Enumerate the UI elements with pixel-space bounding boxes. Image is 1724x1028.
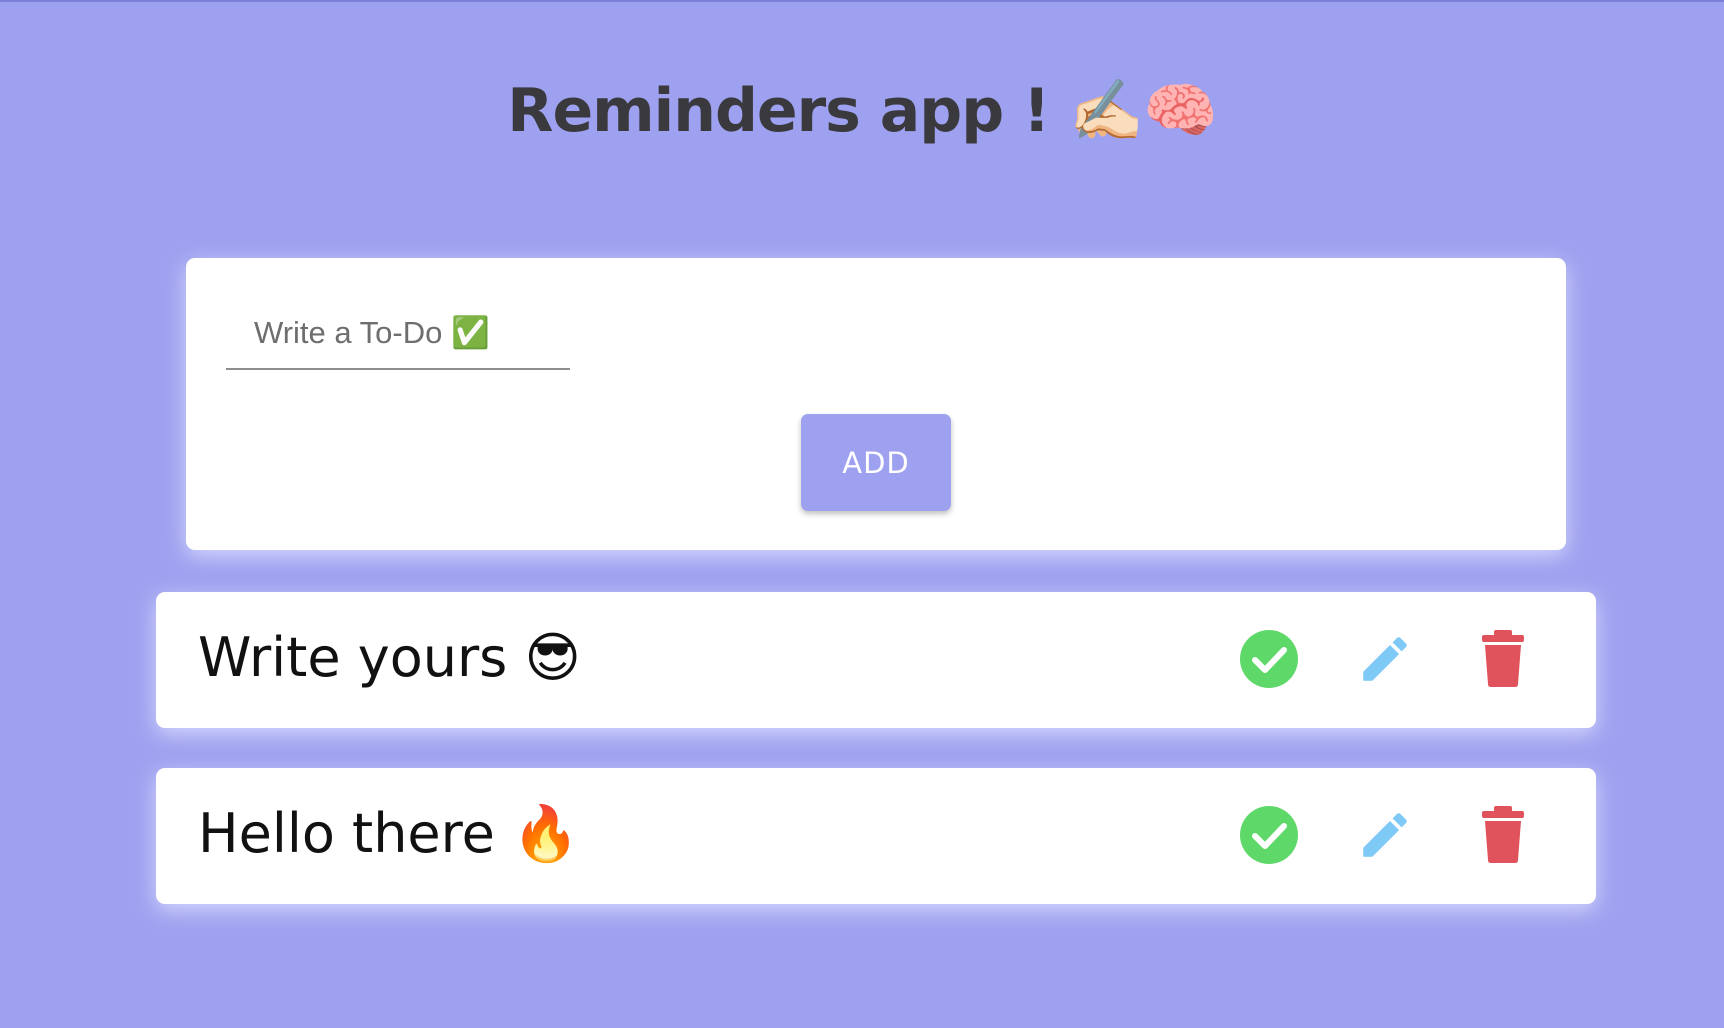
complete-button[interactable] xyxy=(1238,804,1300,866)
todo-input[interactable] xyxy=(226,298,570,370)
complete-button[interactable] xyxy=(1238,628,1300,690)
todo-item: Hello there 🔥 xyxy=(156,768,1596,904)
check-circle-icon xyxy=(1240,630,1298,688)
check-circle-icon xyxy=(1240,806,1298,864)
add-button[interactable]: ADD xyxy=(801,414,951,511)
trash-icon xyxy=(1482,806,1524,863)
edit-button[interactable] xyxy=(1354,804,1416,866)
pencil-icon xyxy=(1363,813,1407,857)
pencil-icon xyxy=(1363,637,1407,681)
todo-text: Hello there 🔥 xyxy=(198,802,580,865)
trash-icon xyxy=(1482,630,1524,687)
todo-text: Write yours 😎 xyxy=(198,626,581,689)
add-todo-card: ADD xyxy=(186,258,1566,550)
delete-button[interactable] xyxy=(1472,628,1534,690)
todo-item: Write yours 😎 xyxy=(156,592,1596,728)
page-title: Reminders app ! ✍🏻🧠 xyxy=(507,76,1217,146)
edit-button[interactable] xyxy=(1354,628,1416,690)
delete-button[interactable] xyxy=(1472,804,1534,866)
